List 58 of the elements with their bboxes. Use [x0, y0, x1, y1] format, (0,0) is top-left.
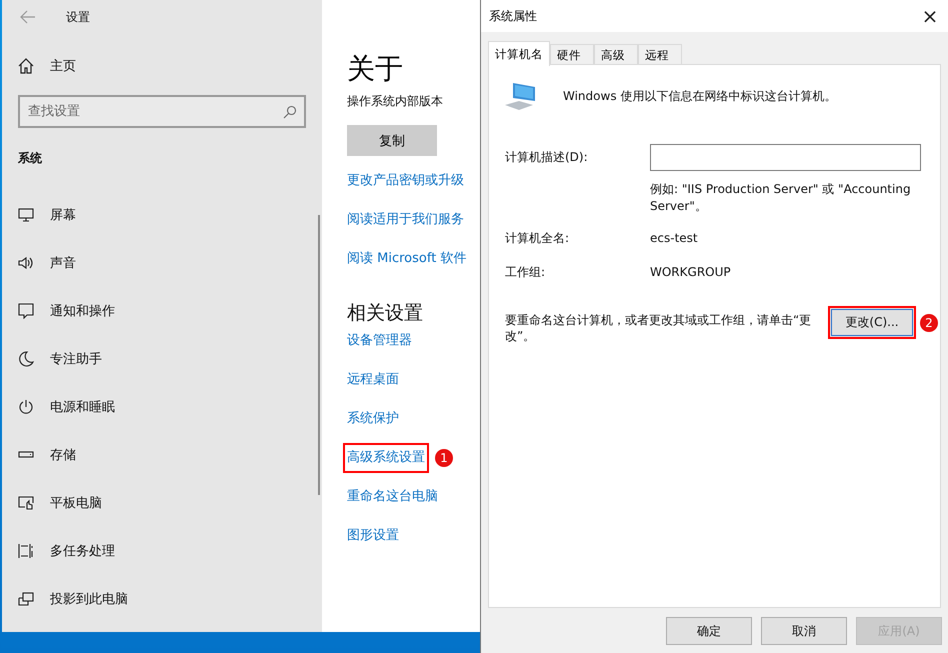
field-label: 计算机全名: — [505, 230, 570, 246]
step-badge: 2 — [920, 314, 938, 332]
tab[interactable]: 硬件 — [550, 44, 594, 66]
field-label: 工作组: — [505, 264, 546, 280]
nav-item[interactable]: 电源和睡眠 — [18, 383, 306, 431]
back-arrow-icon[interactable] — [20, 10, 36, 24]
nav-item[interactable]: 声音 — [18, 239, 306, 287]
window-title: 设置 — [66, 8, 90, 26]
link[interactable]: 远程桌面 — [343, 365, 403, 395]
field-value: WORKGROUP — [650, 264, 732, 281]
tab[interactable]: 计算机名 — [488, 41, 550, 66]
multitask-icon — [18, 543, 34, 559]
link[interactable]: 更改产品密钥或升级 — [347, 168, 464, 194]
speech-bubble-icon — [18, 303, 34, 319]
nav-item[interactable]: 通知和操作 — [18, 287, 306, 335]
link[interactable]: 设备管理器 — [343, 326, 416, 356]
power-icon — [18, 399, 34, 415]
hint-text: 例如: "IIS Production Server" 或 "Accounting Server"。 — [650, 181, 912, 215]
change-button[interactable]: 更改(C)... — [828, 306, 916, 339]
field-value: ecs-test — [650, 230, 699, 247]
speaker-icon — [18, 255, 34, 271]
dialog-button[interactable]: 取消 — [761, 617, 847, 645]
section-heading: 系统 — [18, 150, 43, 167]
nav-item[interactable]: 存储 — [18, 431, 306, 479]
step-badge: 1 — [435, 449, 453, 467]
nav-item[interactable]: 专注助手 — [18, 335, 306, 383]
home-icon — [18, 58, 34, 74]
link[interactable]: 系统保护 — [343, 404, 403, 434]
search-icon — [283, 105, 297, 119]
projector-icon — [18, 591, 34, 607]
section-heading: 相关设置 — [347, 301, 424, 326]
nav-item[interactable]: 屏幕 — [18, 191, 306, 239]
home-item[interactable]: 主页 — [18, 57, 306, 75]
moon-icon — [18, 351, 34, 367]
subtitle: 操作系统内部版本 — [347, 93, 444, 110]
scroll-bar[interactable] — [318, 215, 320, 495]
search-field[interactable]: 查找设置 — [18, 95, 306, 128]
dialog-title: 系统属性 — [489, 8, 537, 24]
link[interactable]: 图形设置 — [343, 521, 403, 551]
tablet-icon — [18, 495, 34, 511]
link[interactable]: 高级系统设置 — [343, 443, 429, 473]
link[interactable]: 重命名这台电脑 — [343, 482, 442, 512]
nav-item[interactable]: 平板电脑 — [18, 479, 306, 527]
field-label: 计算机描述(D): — [505, 149, 589, 166]
copy-button[interactable]: 复制 — [347, 125, 437, 156]
monitor-icon — [18, 207, 34, 223]
page-title: 关于 — [347, 51, 404, 87]
link[interactable]: 阅读适用于我们服务 — [347, 207, 464, 233]
close-button[interactable]: × — [912, 0, 948, 32]
intro-text: Windows 使用以下信息在网络中标识这台计算机。 — [563, 88, 836, 104]
dialog-button[interactable]: 确定 — [666, 617, 752, 645]
tab[interactable]: 远程 — [638, 44, 682, 66]
tab[interactable]: 高级 — [594, 44, 638, 66]
instruction-text: 要重命名这台计算机，或者更改其域或工作组，请单击“更改”。 — [505, 312, 812, 344]
nav-item[interactable]: 多任务处理 — [18, 527, 306, 575]
nav-item[interactable]: 投影到此电脑 — [18, 575, 306, 623]
link[interactable]: 阅读 Microsoft 软件 — [347, 246, 466, 272]
description-field[interactable] — [650, 144, 921, 171]
